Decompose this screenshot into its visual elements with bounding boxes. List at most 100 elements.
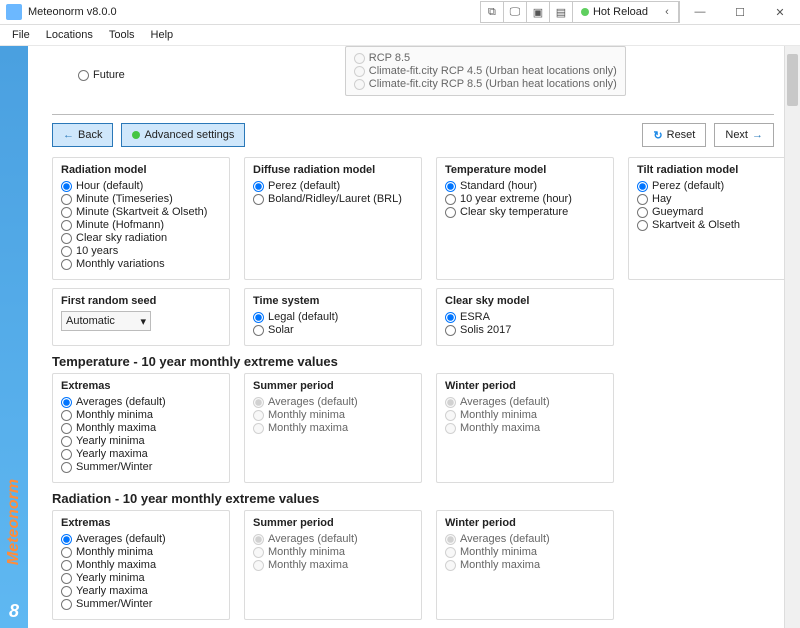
ts-solar-radio[interactable]	[253, 325, 264, 336]
sidebar: Meteonorm 8	[0, 46, 28, 628]
back-button[interactable]: ←Back	[52, 123, 113, 147]
rcp85-radio[interactable]	[354, 53, 365, 64]
cf85-radio[interactable]	[354, 79, 365, 90]
tlm-guey-radio[interactable]	[637, 207, 648, 218]
tlm-hay-radio[interactable]	[637, 194, 648, 205]
re-sw-radio[interactable]	[61, 599, 72, 610]
scrollbar-thumb[interactable]	[787, 54, 798, 106]
tsm-mmin-radio[interactable]	[253, 410, 264, 421]
temp10-winter-box: Winter period Averages (default) Monthly…	[436, 373, 614, 483]
dm-brl-radio[interactable]	[253, 194, 264, 205]
te-mmin-radio[interactable]	[61, 410, 72, 421]
cs-esra-radio[interactable]	[445, 312, 456, 323]
debug-focus-icon[interactable]: ▤	[550, 2, 573, 22]
te-mmax-radio[interactable]	[61, 423, 72, 434]
cs-solis-radio[interactable]	[445, 325, 456, 336]
hot-reload-button[interactable]: Hot Reload	[573, 2, 656, 22]
te-ymin-radio[interactable]	[61, 436, 72, 447]
brand-logo: Meteonorm	[5, 479, 23, 565]
content-area: Future RCP 8.5 Climate-fit.city RCP 4.5 …	[28, 46, 800, 628]
rad10-heading: Radiation - 10 year monthly extreme valu…	[52, 491, 774, 506]
menubar: File Locations Tools Help	[0, 25, 800, 46]
te-avg-radio[interactable]	[61, 397, 72, 408]
temp10-heading: Temperature - 10 year monthly extreme va…	[52, 354, 774, 369]
re-ymin-radio[interactable]	[61, 573, 72, 584]
toolbar: ←Back Advanced settings ↻Reset Next→	[52, 114, 774, 147]
window-title: Meteonorm v8.0.0	[28, 6, 480, 18]
ts-legal-radio[interactable]	[253, 312, 264, 323]
diffuse-model-box: Diffuse radiation model Perez (default) …	[244, 157, 422, 280]
rm-hour-radio[interactable]	[61, 181, 72, 192]
tsm-mmax-radio[interactable]	[253, 423, 264, 434]
re-mmax-radio[interactable]	[61, 560, 72, 571]
rm-hof-radio[interactable]	[61, 220, 72, 231]
re-ymax-radio[interactable]	[61, 586, 72, 597]
titlebar: Meteonorm v8.0.0 ⧉ 🖵 ▣ ▤ Hot Reload ‹ — …	[0, 0, 800, 25]
rwn-avg-radio[interactable]	[445, 534, 456, 545]
future-radio[interactable]	[78, 70, 89, 81]
menu-help[interactable]: Help	[143, 27, 182, 43]
menu-file[interactable]: File	[4, 27, 38, 43]
twn-avg-radio[interactable]	[445, 397, 456, 408]
debug-chevron-icon[interactable]: ‹	[656, 2, 679, 22]
twn-mmax-radio[interactable]	[445, 423, 456, 434]
dot-icon	[132, 131, 140, 139]
tlm-so-radio[interactable]	[637, 220, 648, 231]
rsm-mmin-radio[interactable]	[253, 547, 264, 558]
next-button[interactable]: Next→	[714, 123, 774, 147]
tm-cs-radio[interactable]	[445, 207, 456, 218]
reset-button[interactable]: ↻Reset	[642, 123, 706, 147]
temperature-model-box: Temperature model Standard (hour) 10 yea…	[436, 157, 614, 280]
te-ymax-radio[interactable]	[61, 449, 72, 460]
rm-10y-radio[interactable]	[61, 246, 72, 257]
debug-layout-icon[interactable]: ▣	[527, 2, 550, 22]
scrollbar[interactable]	[784, 46, 800, 628]
temp10-extremas-box: Extremas Averages (default) Monthly mini…	[52, 373, 230, 483]
rm-ts-radio[interactable]	[61, 194, 72, 205]
tm-10y-radio[interactable]	[445, 194, 456, 205]
rad10-summer-box: Summer period Averages (default) Monthly…	[244, 510, 422, 620]
time-system-box: Time system Legal (default) Solar	[244, 288, 422, 346]
tlm-perez-radio[interactable]	[637, 181, 648, 192]
menu-locations[interactable]: Locations	[38, 27, 101, 43]
close-button[interactable]: ✕	[760, 0, 800, 24]
rwn-mmin-radio[interactable]	[445, 547, 456, 558]
radiation-model-box: Radiation model Hour (default) Minute (T…	[52, 157, 230, 280]
rsm-avg-radio[interactable]	[253, 534, 264, 545]
tilt-model-box: Tilt radiation model Perez (default) Hay…	[628, 157, 800, 280]
rad10-winter-box: Winter period Averages (default) Monthly…	[436, 510, 614, 620]
brand-version: 8	[9, 601, 19, 622]
climate-scenario-box: RCP 8.5 Climate-fit.city RCP 4.5 (Urban …	[345, 46, 626, 96]
maximize-button[interactable]: ☐	[720, 0, 760, 24]
minimize-button[interactable]: —	[680, 0, 720, 24]
future-label: Future	[93, 69, 125, 81]
temp10-summer-box: Summer period Averages (default) Monthly…	[244, 373, 422, 483]
arrow-left-icon: ←	[63, 129, 74, 141]
clearsky-box: Clear sky model ESRA Solis 2017	[436, 288, 614, 346]
rm-so-radio[interactable]	[61, 207, 72, 218]
advanced-settings-button[interactable]: Advanced settings	[121, 123, 245, 147]
tm-std-radio[interactable]	[445, 181, 456, 192]
tsm-avg-radio[interactable]	[253, 397, 264, 408]
cf45-radio[interactable]	[354, 66, 365, 77]
arrow-right-icon: →	[752, 129, 763, 141]
seed-box: First random seed Automatic▾	[52, 288, 230, 346]
rm-mv-radio[interactable]	[61, 259, 72, 270]
menu-tools[interactable]: Tools	[101, 27, 143, 43]
debug-toolbar: ⧉ 🖵 ▣ ▤ Hot Reload ‹	[480, 1, 680, 23]
rad10-extremas-box: Extremas Averages (default) Monthly mini…	[52, 510, 230, 620]
te-sw-radio[interactable]	[61, 462, 72, 473]
dm-perez-radio[interactable]	[253, 181, 264, 192]
debug-select-icon[interactable]: ⧉	[481, 2, 504, 22]
re-avg-radio[interactable]	[61, 534, 72, 545]
rwn-mmax-radio[interactable]	[445, 560, 456, 571]
rm-cs-radio[interactable]	[61, 233, 72, 244]
chevron-down-icon: ▾	[140, 315, 146, 328]
app-icon	[6, 4, 22, 20]
twn-mmin-radio[interactable]	[445, 410, 456, 421]
rsm-mmax-radio[interactable]	[253, 560, 264, 571]
re-mmin-radio[interactable]	[61, 547, 72, 558]
debug-display-icon[interactable]: 🖵	[504, 2, 527, 22]
reset-icon: ↻	[653, 129, 662, 142]
seed-select[interactable]: Automatic▾	[61, 311, 151, 331]
